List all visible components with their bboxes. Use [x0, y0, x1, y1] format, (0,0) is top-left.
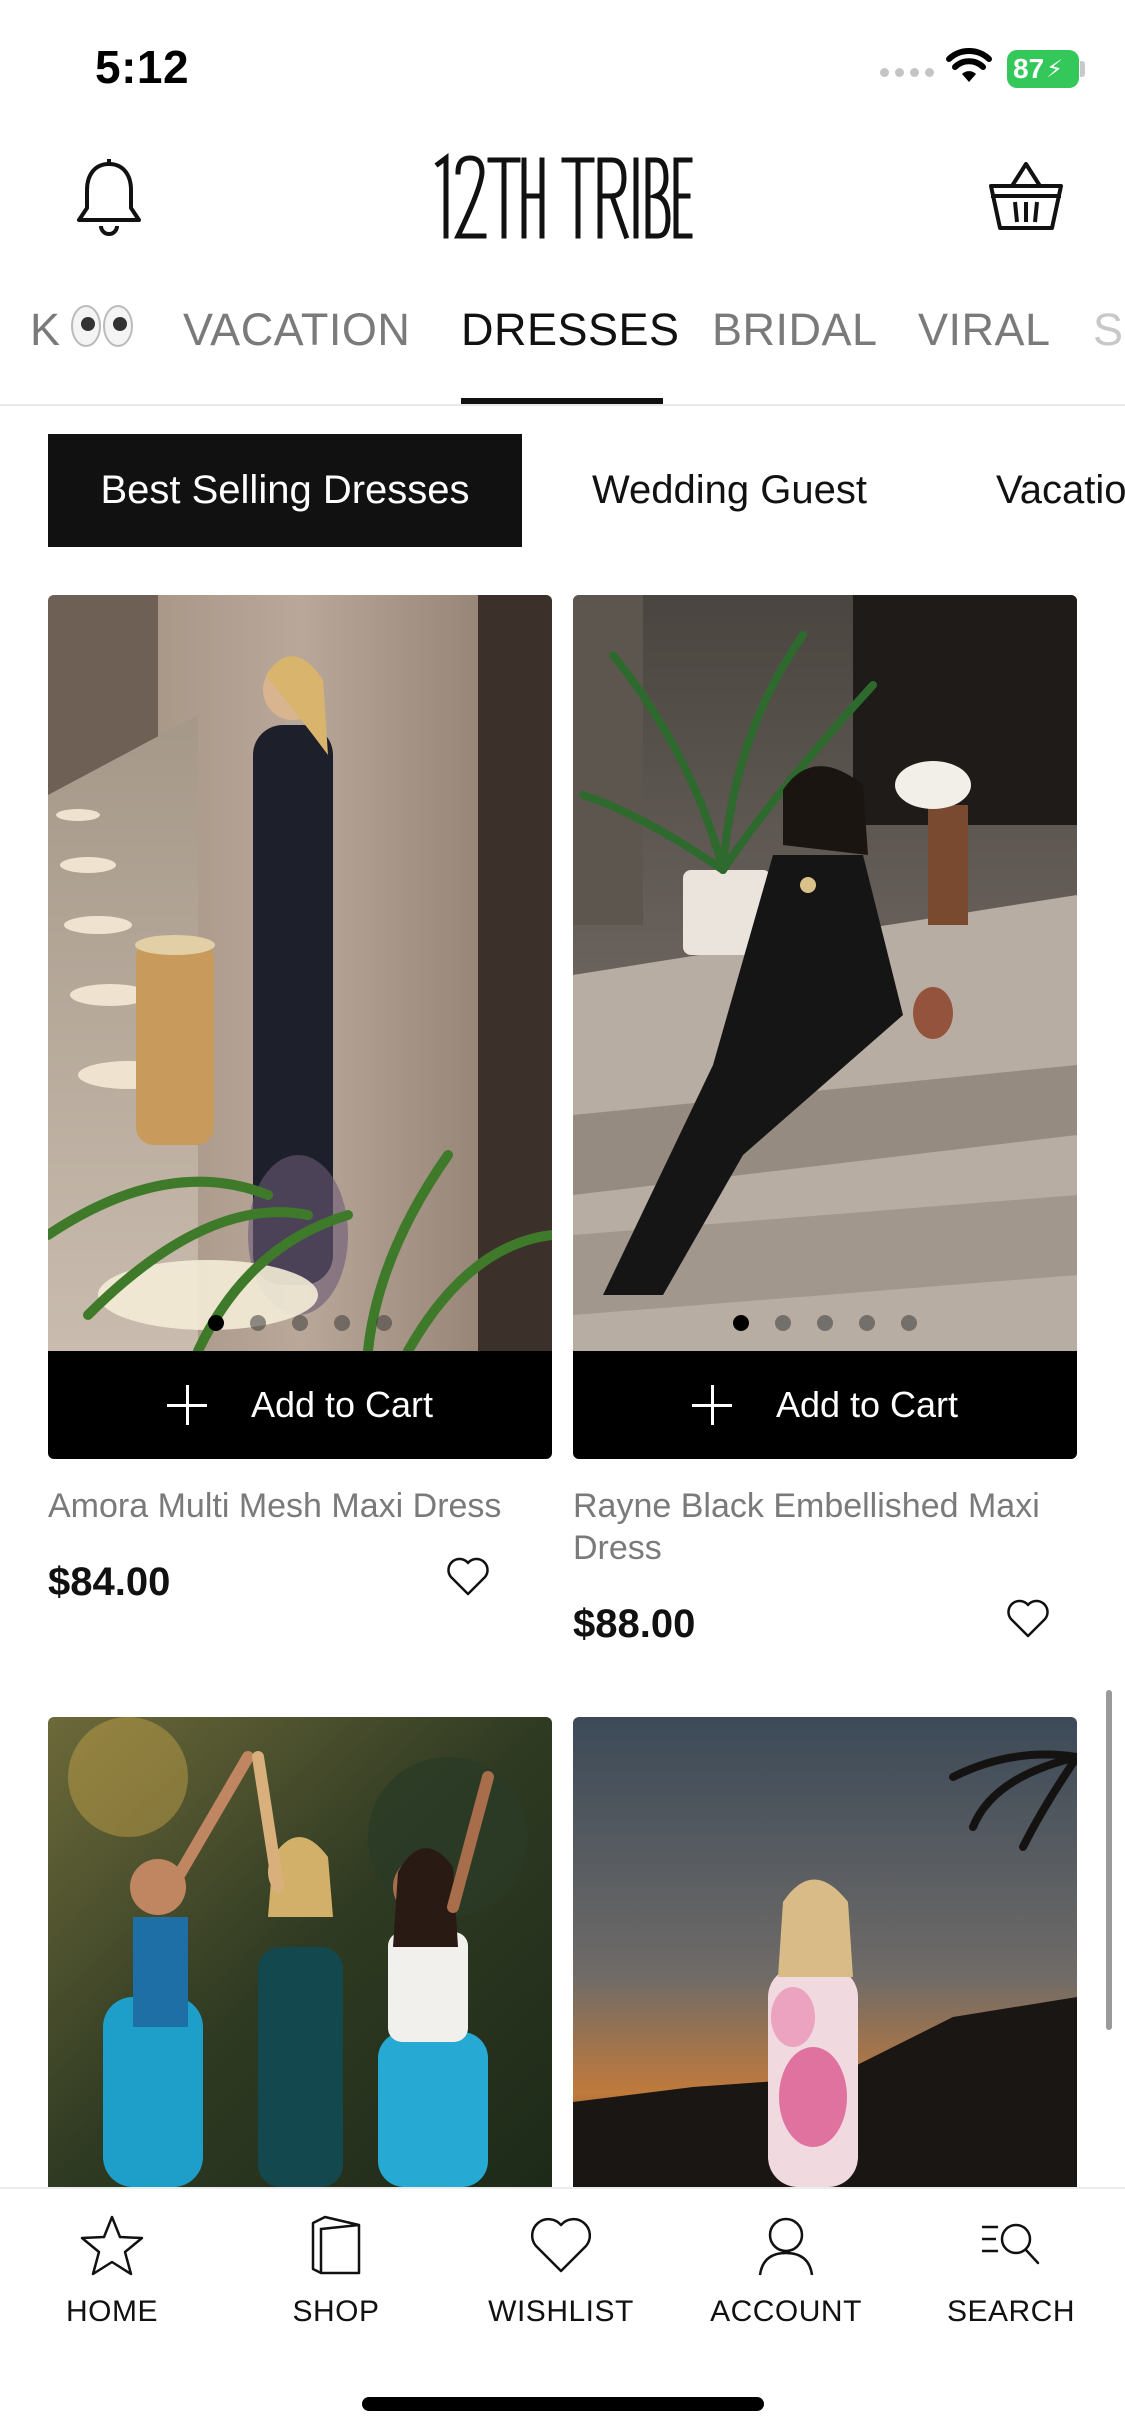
- tab-bridal[interactable]: BRIDAL: [712, 304, 878, 356]
- category-tabs: K VACATION DRESSES BRIDAL VIRAL S: [0, 282, 1125, 406]
- nav-shop[interactable]: SHOP: [236, 2213, 436, 2329]
- nav-search[interactable]: SEARCH: [911, 2213, 1111, 2329]
- charging-bolt-icon: ⚡: [1046, 55, 1064, 83]
- product-image[interactable]: [48, 595, 552, 1351]
- product-card[interactable]: [48, 1717, 552, 2187]
- product-card[interactable]: [573, 1717, 1077, 2187]
- brand-logo[interactable]: [432, 152, 694, 242]
- product-photo-sunset: [573, 1717, 1077, 2187]
- product-price: $88.00: [573, 1602, 696, 1646]
- add-to-cart-label: Add to Cart: [250, 1384, 434, 1425]
- plus-icon: [691, 1385, 732, 1425]
- search-list-icon: [982, 2223, 1040, 2265]
- product-card[interactable]: Add to Cart Amora Multi Mesh Maxi Dress …: [48, 595, 552, 1695]
- chip-vacation-partial[interactable]: Vacatio: [996, 434, 1125, 547]
- nav-wishlist-label: WISHLIST: [488, 2295, 634, 2328]
- product-name[interactable]: Amora Multi Mesh Maxi Dress: [48, 1485, 548, 1527]
- image-carousel-dots[interactable]: [48, 1315, 552, 1331]
- battery-cap: [1080, 61, 1085, 77]
- nav-account-label: ACCOUNT: [710, 2295, 862, 2328]
- product-name[interactable]: Rayne Black Embellished Maxi Dress: [573, 1485, 1073, 1569]
- product-price: $84.00: [48, 1560, 171, 1604]
- eyes-emoji-icon: [71, 305, 133, 347]
- category-tab-partial-left[interactable]: K: [30, 304, 61, 356]
- battery-indicator: 87 ⚡: [1007, 50, 1079, 88]
- status-bar: 5:12 87 ⚡: [0, 0, 1125, 130]
- user-icon: [758, 2217, 814, 2276]
- image-carousel-dots[interactable]: [573, 1315, 1077, 1331]
- status-time: 5:12: [95, 41, 190, 93]
- category-tab-partial-right[interactable]: S: [1093, 304, 1124, 356]
- product-photo-rayne: [573, 595, 1077, 1351]
- wishlist-heart-icon[interactable]: [1006, 1599, 1050, 1639]
- nav-home-label: HOME: [66, 2295, 158, 2328]
- nav-shop-label: SHOP: [292, 2295, 380, 2328]
- nav-wishlist[interactable]: WISHLIST: [461, 2213, 661, 2329]
- nav-home[interactable]: HOME: [12, 2213, 212, 2329]
- add-to-cart-button[interactable]: Add to Cart: [573, 1351, 1077, 1459]
- plus-icon: [166, 1385, 207, 1425]
- bell-icon[interactable]: [74, 158, 144, 238]
- active-tab-indicator: [461, 398, 663, 404]
- product-image[interactable]: [48, 1717, 552, 2187]
- app-header: [0, 130, 1125, 270]
- nav-search-label: SEARCH: [946, 2295, 1076, 2328]
- heart-icon: [530, 2217, 592, 2273]
- home-indicator[interactable]: [362, 2397, 764, 2411]
- basket-icon[interactable]: [988, 160, 1064, 232]
- battery-level: 87: [1013, 53, 1045, 84]
- wifi-icon: [946, 48, 992, 82]
- shopping-bag-icon: [311, 2215, 361, 2275]
- product-photo-group-dancing: [48, 1717, 552, 2187]
- tab-vacation[interactable]: VACATION: [183, 304, 410, 356]
- chip-wedding-guest[interactable]: Wedding Guest: [592, 434, 867, 547]
- cellular-signal-icon: [880, 68, 934, 77]
- scroll-indicator[interactable]: [1106, 1690, 1112, 2030]
- product-image[interactable]: [573, 595, 1077, 1351]
- product-card[interactable]: Add to Cart Rayne Black Embellished Maxi…: [573, 595, 1077, 1695]
- add-to-cart-button[interactable]: Add to Cart: [48, 1351, 552, 1459]
- tab-dresses[interactable]: DRESSES: [461, 304, 680, 356]
- chip-best-selling-dresses[interactable]: Best Selling Dresses: [48, 434, 522, 547]
- tab-viral[interactable]: VIRAL: [918, 304, 1051, 356]
- nav-account[interactable]: ACCOUNT: [686, 2213, 886, 2329]
- product-image[interactable]: [573, 1717, 1077, 2187]
- wishlist-heart-icon[interactable]: [446, 1557, 490, 1597]
- star-icon: [80, 2215, 144, 2276]
- product-photo-amora: [48, 595, 552, 1351]
- add-to-cart-label: Add to Cart: [775, 1384, 959, 1425]
